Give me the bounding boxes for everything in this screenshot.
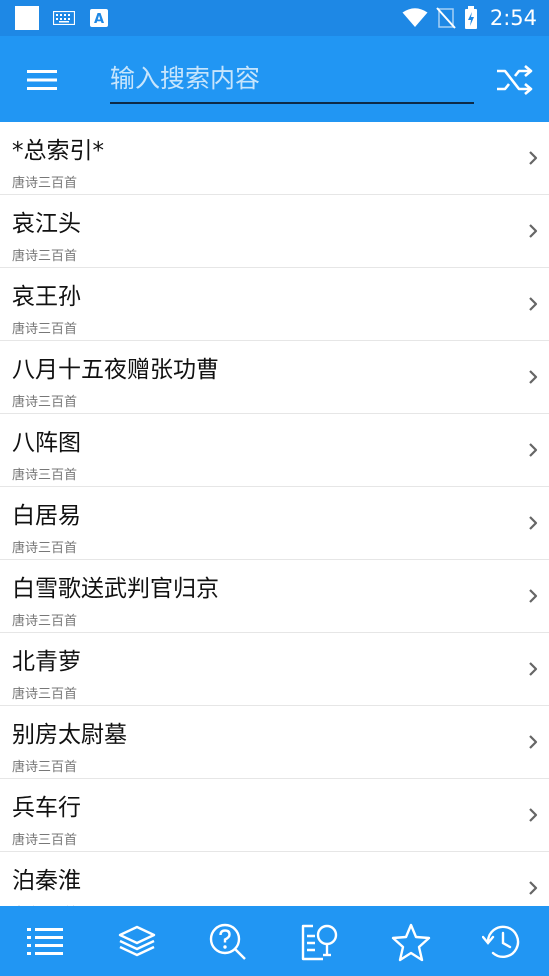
item-title: 八月十五夜赠张功曹: [12, 357, 219, 383]
list-item[interactable]: 八阵图 唐诗三百首: [0, 414, 549, 487]
app-bar: [0, 36, 549, 122]
nav-favorites-button[interactable]: [391, 922, 431, 962]
chevron-right-icon: [529, 151, 538, 165]
item-title: 泊秦淮: [12, 868, 81, 894]
shuffle-button[interactable]: [495, 62, 535, 98]
item-subtitle: 唐诗三百首: [12, 614, 78, 629]
item-title: 哀江头: [12, 211, 81, 237]
chevron-right-icon: [529, 297, 538, 311]
chevron-right-icon: [529, 224, 538, 238]
bottom-nav: [0, 906, 549, 976]
list-item[interactable]: 别房太尉墓唐诗三百首: [0, 706, 549, 779]
nav-tips-button[interactable]: [299, 922, 339, 962]
shuffle-icon: [497, 65, 533, 95]
item-title: 北青萝: [12, 649, 81, 675]
chevron-right-icon: [529, 808, 538, 822]
list-item[interactable]: 哀王孙 唐诗三百首: [0, 268, 549, 341]
list-item[interactable]: 八月十五夜赠张功曹唐诗三百首: [0, 341, 549, 414]
menu-button[interactable]: [22, 63, 62, 97]
signal-off-icon: [436, 7, 456, 29]
list-item[interactable]: 白雪歌送武判官归京唐诗三百首: [0, 560, 549, 633]
chevron-right-icon: [529, 662, 538, 676]
wifi-icon: [402, 8, 428, 27]
chevron-right-icon: [529, 589, 538, 603]
nav-categories-button[interactable]: [117, 922, 157, 962]
chevron-right-icon: [529, 443, 538, 457]
svg-text:A: A: [94, 12, 104, 27]
chevron-right-icon: [529, 735, 538, 749]
search-help-icon: [209, 923, 246, 960]
list-item[interactable]: 白居易 唐诗三百首: [0, 487, 549, 560]
item-title: 兵车行: [12, 795, 81, 821]
item-title: *总索引*: [12, 138, 104, 164]
item-subtitle: 唐诗三百首: [12, 249, 78, 264]
item-subtitle: 唐诗三百首: [12, 395, 78, 410]
chevron-right-icon: [529, 881, 538, 895]
list-item[interactable]: 兵车行 唐诗三百首: [0, 779, 549, 852]
tips-icon: [301, 924, 338, 961]
item-subtitle: 唐诗三百首: [12, 833, 78, 848]
item-subtitle: 唐诗三百首: [12, 687, 78, 702]
keyboard-icon: [53, 11, 75, 25]
item-subtitle: 唐诗三百首: [12, 322, 78, 337]
search-input[interactable]: [110, 58, 474, 98]
item-subtitle: 唐诗三百首: [12, 468, 78, 483]
battery-charging-icon: [464, 6, 477, 29]
list-item[interactable]: 哀江头 唐诗三百首: [0, 195, 549, 268]
poem-list: *总索引* 唐诗三百首 哀江头 唐诗三百首 哀王孙 唐诗三百首 八月十五夜赠张功曹 唐诗三百首…: [0, 122, 549, 906]
clock-time: 2:54: [489, 6, 537, 30]
item-subtitle: 唐诗三百首: [12, 541, 78, 556]
chevron-right-icon: [529, 370, 538, 384]
a-box-icon: A: [90, 9, 108, 27]
notification-square-icon: [15, 6, 39, 30]
item-title: 别房太尉墓: [12, 722, 127, 748]
search-field: [110, 58, 474, 104]
item-title: 白雪歌送武判官归京: [12, 576, 219, 602]
item-title: 哀王孙: [12, 284, 81, 310]
list-item[interactable]: 北青萝 唐诗三百首: [0, 633, 549, 706]
history-icon: [481, 925, 520, 958]
item-subtitle: 唐诗三百首: [12, 760, 78, 775]
layers-icon: [118, 925, 156, 957]
nav-search-help-button[interactable]: [208, 922, 248, 962]
status-bar: A 2:54: [0, 0, 549, 36]
chevron-right-icon: [529, 516, 538, 530]
nav-list-button[interactable]: [25, 922, 65, 962]
item-subtitle: 唐诗三百首: [12, 176, 78, 191]
star-icon: [391, 923, 431, 962]
list-item[interactable]: 泊秦淮唐诗三百首: [0, 852, 549, 906]
list-icon: [27, 928, 63, 955]
item-title: 八阵图: [12, 430, 81, 456]
nav-history-button[interactable]: [481, 922, 522, 962]
list-item[interactable]: *总索引* 唐诗三百首: [0, 122, 549, 195]
item-title: 白居易: [12, 503, 81, 529]
hamburger-menu-icon: [27, 70, 57, 90]
